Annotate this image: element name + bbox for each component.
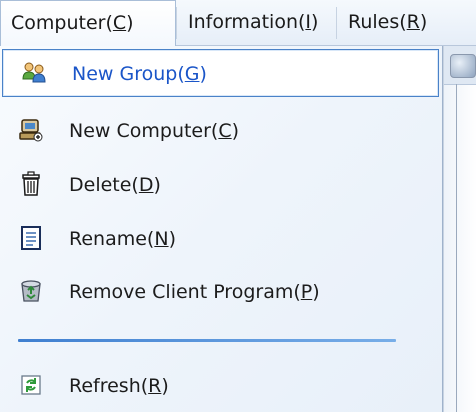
- menu-item-label: New Computer(C): [69, 120, 240, 142]
- background-window: [443, 46, 476, 412]
- computer-icon: [19, 119, 43, 142]
- menu-item-new-computer[interactable]: New Computer(C): [0, 107, 442, 155]
- menu-item-remove-client-program[interactable]: Remove Client Program(P): [0, 268, 442, 316]
- refresh-icon: [21, 375, 41, 395]
- menubar-item-information[interactable]: Information(I): [178, 0, 334, 46]
- menu-item-label: New Group(G): [72, 63, 207, 85]
- menubar-separator: [336, 7, 337, 39]
- menu-item-label: Refresh(R): [69, 375, 169, 397]
- group-icon: [22, 62, 46, 83]
- menu-item-delete[interactable]: Delete(D): [0, 161, 442, 209]
- menu-item-rename[interactable]: Rename(N): [0, 215, 442, 263]
- menu-item-new-group[interactable]: New Group(G): [2, 49, 439, 97]
- menu-separator: [18, 339, 396, 342]
- menu-bar: Computer(C) Information(I) Rules(R): [0, 0, 476, 47]
- computer-menu-dropdown: New Group(G) New Computer(C) Delete(D) R…: [0, 46, 443, 412]
- toolbar-icon[interactable]: [450, 54, 476, 78]
- menu-item-label: Rename(N): [69, 228, 176, 250]
- background-toolbar: [444, 46, 476, 85]
- document-icon: [21, 226, 41, 250]
- menubar-separator: [176, 7, 177, 39]
- menu-item-label: Remove Client Program(P): [69, 281, 320, 303]
- menu-item-label: Delete(D): [69, 174, 161, 196]
- panel-divider: [456, 84, 457, 412]
- menubar-item-computer[interactable]: Computer(C): [0, 0, 176, 47]
- menu-item-refresh[interactable]: Refresh(R): [0, 362, 442, 410]
- trash-icon: [22, 171, 40, 196]
- recycle-icon: [21, 280, 41, 302]
- menubar-item-rules[interactable]: Rules(R): [338, 0, 476, 46]
- app-root: Computer(C) Information(I) Rules(R) New …: [0, 0, 476, 412]
